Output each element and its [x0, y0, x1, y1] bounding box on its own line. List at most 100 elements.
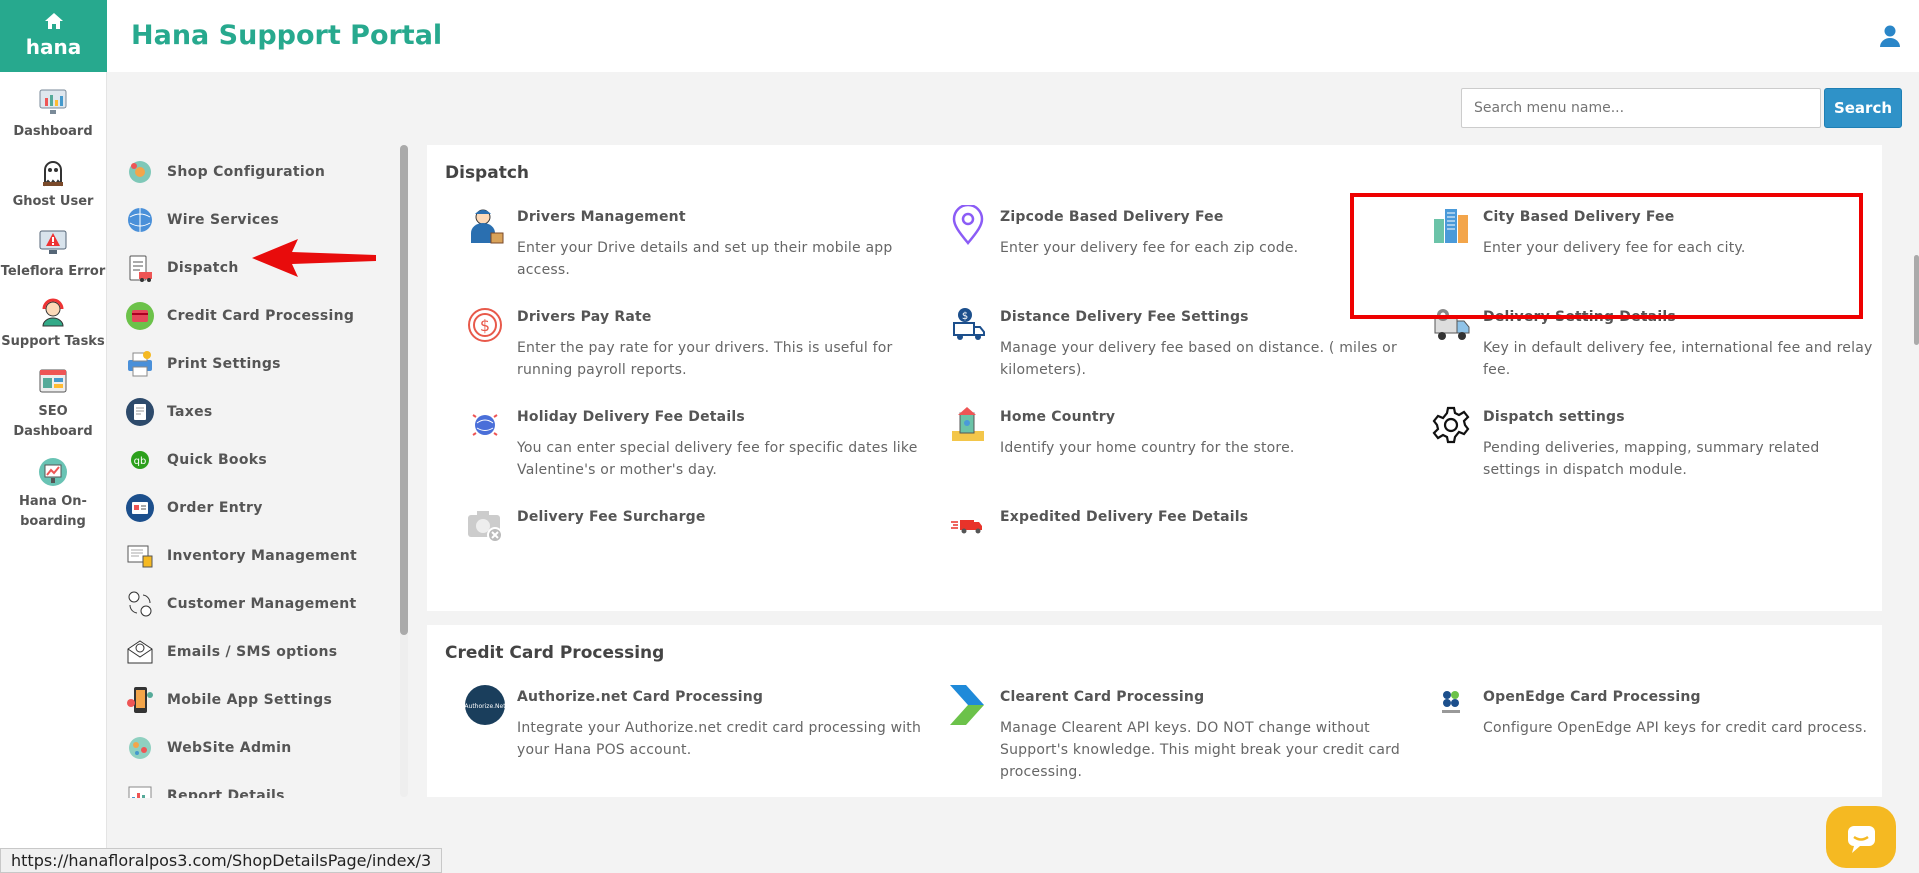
- customer-management-icon: [125, 589, 155, 619]
- rail-item-support-tasks[interactable]: Support Tasks: [0, 296, 106, 352]
- subnav-item-taxes[interactable]: Taxes: [125, 388, 400, 436]
- fast-truck-icon: [948, 505, 988, 545]
- report-details-icon: [125, 781, 155, 798]
- rail-item-teleflora-error[interactable]: Teleflora Error: [0, 226, 106, 282]
- card-expedited-delivery-fee-details[interactable]: Expedited Delivery Fee Details: [928, 501, 1411, 597]
- card-home-country[interactable]: Home Country Identify your home country …: [928, 401, 1411, 497]
- subnav-item-label: Taxes: [167, 404, 213, 420]
- home-logo[interactable]: hana: [0, 0, 107, 72]
- ghost-user-icon: [37, 156, 69, 188]
- quickbooks-icon: qb: [125, 445, 155, 475]
- rail-item-label: Dashboard: [13, 124, 93, 139]
- page-scrollbar[interactable]: [1914, 255, 1919, 345]
- status-bar-url: https://hanafloralpos3.com/ShopDetailsPa…: [0, 848, 443, 873]
- support-tasks-icon: [37, 296, 69, 328]
- subnav-item-report-details[interactable]: Report Details: [125, 772, 400, 798]
- subnav-item-order-entry[interactable]: Order Entry: [125, 484, 400, 532]
- card-title: Drivers Pay Rate: [517, 309, 652, 325]
- taxes-icon: [125, 397, 155, 427]
- card-title: Authorize.net Card Processing: [517, 689, 764, 705]
- subnav-item-emails-sms[interactable]: Emails / SMS options: [125, 628, 400, 676]
- subnav-item-label: Credit Card Processing: [167, 308, 355, 324]
- menu-scrollbar-thumb[interactable]: [400, 145, 408, 635]
- svg-text:$: $: [962, 311, 968, 322]
- subnav-item-customer-management[interactable]: Customer Management: [125, 580, 400, 628]
- card-description: Enter your Drive details and set up thei…: [517, 240, 893, 278]
- card-title: Dispatch settings: [1483, 409, 1625, 425]
- chat-button[interactable]: [1826, 806, 1896, 868]
- subnav-item-website-admin[interactable]: WebSite Admin: [125, 724, 400, 772]
- rail-item-label: Ghost User: [12, 194, 94, 209]
- shop-configuration-icon: [125, 157, 155, 187]
- teleflora-error-icon: [37, 226, 69, 258]
- rail-item-seo-dashboard[interactable]: SEO Dashboard: [0, 366, 106, 442]
- card-description: Key in default delivery fee, internation…: [1483, 340, 1873, 378]
- subnav-item-label: Quick Books: [167, 452, 268, 468]
- dispatch-icon: [125, 253, 155, 283]
- mobile-app-icon: [125, 685, 155, 715]
- annotation-highlight-box: [1350, 193, 1863, 319]
- subnav-item-shop-configuration[interactable]: Shop Configuration: [125, 148, 400, 196]
- credit-card-icon: [125, 301, 155, 331]
- subnav-item-mobile-app-settings[interactable]: Mobile App Settings: [125, 676, 400, 724]
- subnav-item-label: Wire Services: [167, 212, 279, 228]
- top-header: Hana Support Portal: [107, 0, 1919, 72]
- subnav-item-label: Print Settings: [167, 356, 281, 372]
- card-clearent[interactable]: Clearent Card Processing Manage Clearent…: [928, 681, 1411, 783]
- card-description: Configure OpenEdge API keys for credit c…: [1483, 720, 1868, 736]
- wire-services-icon: [125, 205, 155, 235]
- card-description: Manage Clearent API keys. DO NOT change …: [1000, 720, 1400, 780]
- section-title: Credit Card Processing: [445, 643, 665, 663]
- card-delivery-fee-surcharge[interactable]: Delivery Fee Surcharge: [445, 501, 928, 597]
- rail-item-hana-onboarding[interactable]: Hana On-boarding: [0, 456, 106, 532]
- card-title: Expedited Delivery Fee Details: [1000, 509, 1249, 525]
- card-openedge[interactable]: OpenEdge Card Processing Configure OpenE…: [1411, 681, 1881, 783]
- printer-icon: [125, 349, 155, 379]
- subnav-item-label: Emails / SMS options: [167, 644, 338, 660]
- subnav-item-label: Inventory Management: [167, 548, 358, 564]
- search-button[interactable]: Search: [1824, 88, 1902, 128]
- subnav-item-label: Mobile App Settings: [167, 692, 333, 708]
- card-description: You can enter special delivery fee for s…: [517, 440, 918, 478]
- card-description: Enter the pay rate for your drivers. Thi…: [517, 340, 893, 378]
- subnav-item-inventory-management[interactable]: Inventory Management: [125, 532, 400, 580]
- card-description: Enter your delivery fee for each zip cod…: [1000, 240, 1299, 256]
- subnav-item-quick-books[interactable]: qb Quick Books: [125, 436, 400, 484]
- left-rail: hana Dashboard Ghost User Teleflora Erro…: [0, 0, 107, 873]
- svg-text:Authorize.Net: Authorize.Net: [465, 703, 505, 710]
- user-icon[interactable]: [1879, 24, 1901, 48]
- chat-icon: [1848, 826, 1875, 853]
- authorize-net-icon: Authorize.Net: [464, 685, 506, 725]
- card-authorize-net[interactable]: Authorize.Net Authorize.net Card Process…: [445, 681, 928, 783]
- card-drivers-pay-rate[interactable]: $ Drivers Pay Rate Enter the pay rate fo…: [445, 301, 928, 397]
- card-dispatch-settings[interactable]: Dispatch settings Pending deliveries, ma…: [1411, 401, 1881, 497]
- card-description: Integrate your Authorize.net credit card…: [517, 720, 922, 758]
- svg-text:qb: qb: [134, 456, 147, 467]
- gear-icon: [1431, 405, 1471, 445]
- dashboard-icon: [37, 86, 69, 118]
- card-distance-delivery-fee-settings[interactable]: $ Distance Delivery Fee Settings Manage …: [928, 301, 1411, 397]
- svg-text:$: $: [480, 316, 490, 335]
- rail-item-ghost-user[interactable]: Ghost User: [0, 156, 106, 212]
- card-zipcode-based-delivery-fee[interactable]: Zipcode Based Delivery Fee Enter your de…: [928, 201, 1411, 297]
- rail-item-dashboard[interactable]: Dashboard: [0, 86, 106, 142]
- search-input[interactable]: [1461, 88, 1821, 128]
- card-description: Pending deliveries, mapping, summary rel…: [1483, 440, 1820, 478]
- subnav-item-label: Shop Configuration: [167, 164, 326, 180]
- card-title: Home Country: [1000, 409, 1116, 425]
- menu-scrollbar[interactable]: [400, 145, 408, 797]
- page-title: Hana Support Portal: [131, 20, 443, 51]
- rail-item-label: Hana On-boarding: [19, 494, 87, 529]
- onboarding-icon: [37, 456, 69, 488]
- inventory-icon: [125, 541, 155, 571]
- section-title: Dispatch: [445, 163, 530, 183]
- rail-item-label: Support Tasks: [1, 334, 105, 349]
- rail-item-label: SEO Dashboard: [13, 404, 93, 439]
- card-drivers-management[interactable]: Drivers Management Enter your Drive deta…: [445, 201, 928, 297]
- clearent-chevron-icon: [948, 685, 988, 725]
- subnav-item-print-settings[interactable]: Print Settings: [125, 340, 400, 388]
- subnav-item-credit-card-processing[interactable]: Credit Card Processing: [125, 292, 400, 340]
- home-country-icon: [948, 405, 988, 445]
- card-holiday-delivery-fee-details[interactable]: Holiday Delivery Fee Details You can ent…: [445, 401, 928, 497]
- website-admin-icon: [125, 733, 155, 763]
